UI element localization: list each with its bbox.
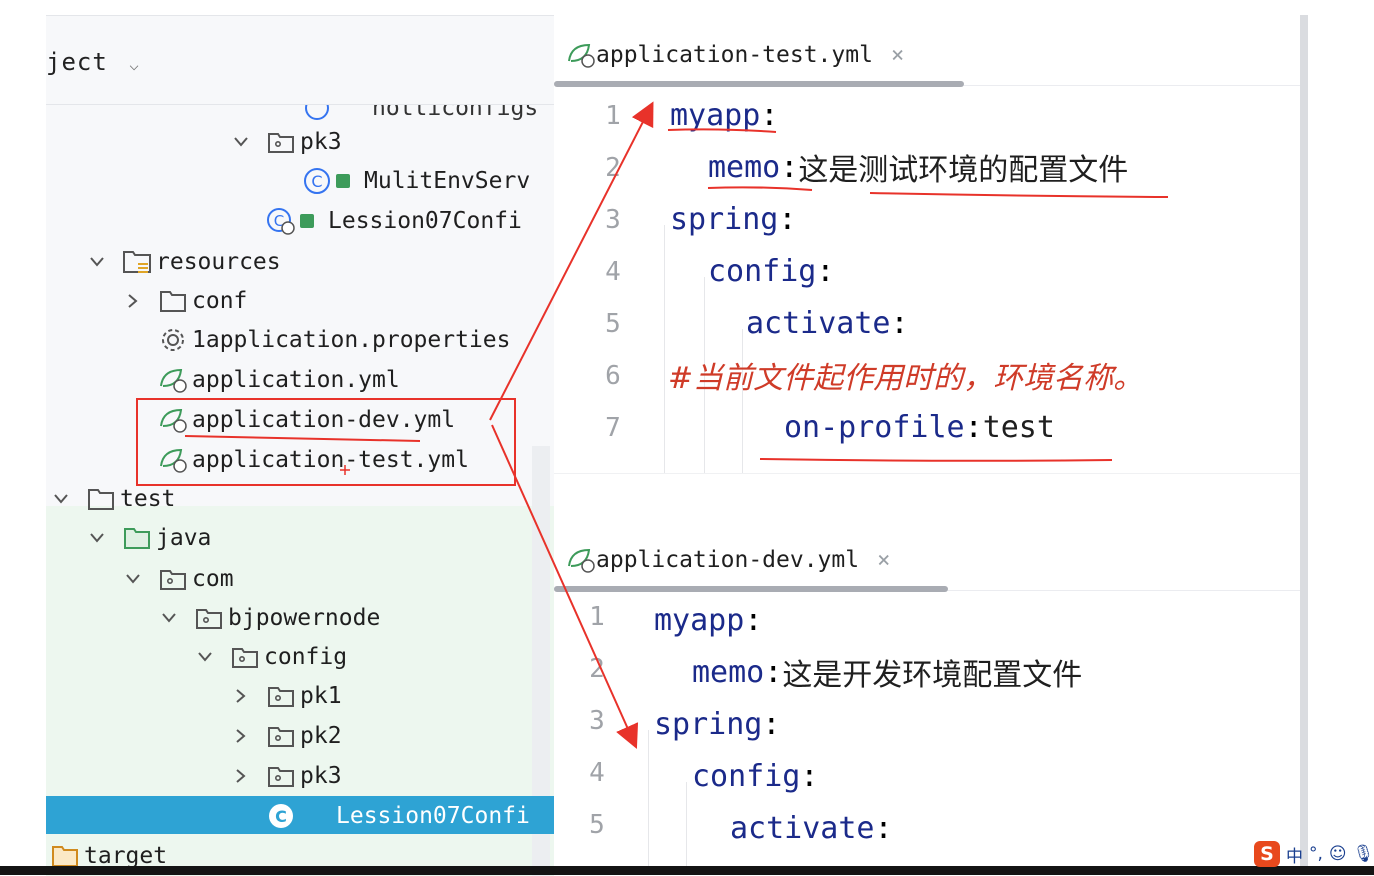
emoji-icon[interactable]: ☺ [1329,844,1347,864]
arrow-to-dev-editor [491,424,639,749]
underline-dev-tree [184,435,421,442]
microphone-icon[interactable]: 🎙 [1353,844,1374,864]
highlight-box [136,398,516,486]
underline-memo [707,186,813,191]
annotation-overlay [136,101,1169,749]
ime-toolbar[interactable]: S 中 °, ☺ 🎙 [1254,840,1374,868]
underline-on-profile [759,458,1113,462]
ime-mode[interactable]: 中 [1286,842,1303,867]
underline-myapp [667,128,777,133]
ime-logo-icon[interactable]: S [1254,841,1280,867]
arrow-to-test-editor [489,101,654,421]
ime-punctuation[interactable]: °, [1309,844,1323,864]
underline-memo-value [869,192,1169,198]
taskbar-edge [0,866,1374,875]
